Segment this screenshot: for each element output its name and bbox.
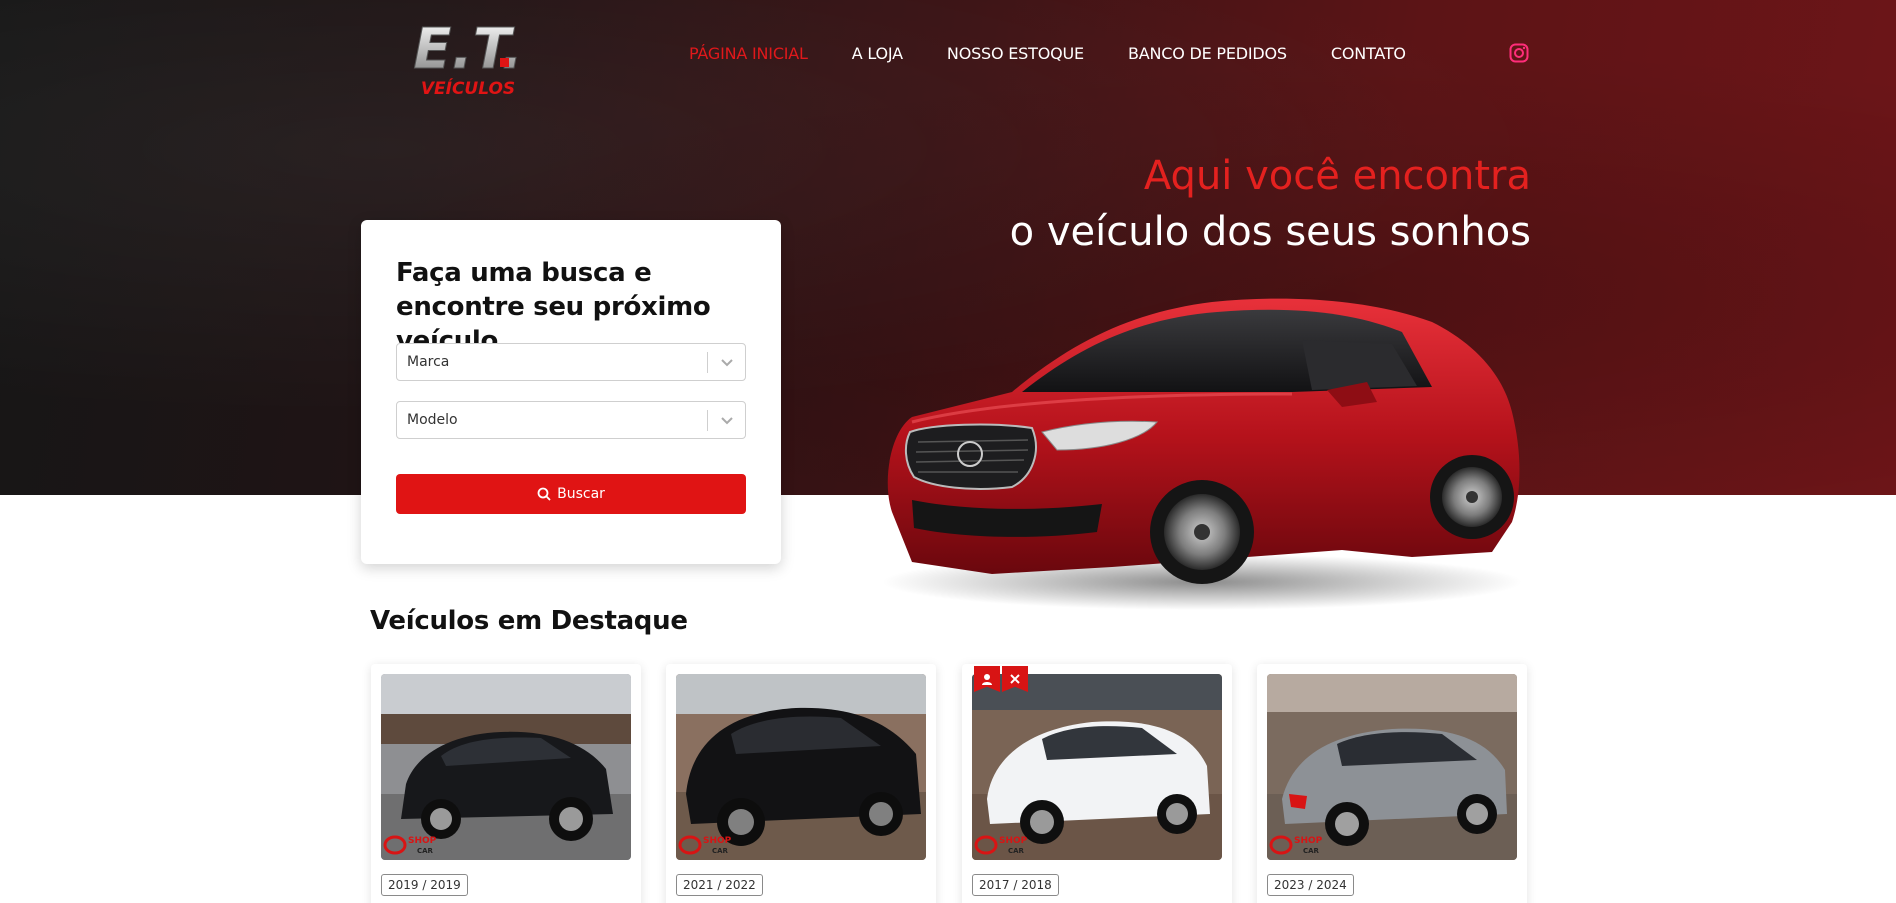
featured-title: Veículos em Destaque	[370, 606, 688, 636]
svg-text:VEÍCULOS: VEÍCULOS	[421, 77, 515, 99]
svg-text:CAR: CAR	[1008, 847, 1025, 855]
instagram-icon[interactable]	[1509, 43, 1529, 63]
hero-headline: Aqui você encontra o veículo dos seus so…	[1010, 148, 1531, 260]
hero-line-1: Aqui você encontra	[1143, 153, 1531, 199]
hero-car-image	[882, 298, 1522, 610]
vehicle-badges	[974, 666, 1028, 692]
nav-item-inventory[interactable]: NOSSO ESTOQUE	[947, 44, 1084, 63]
vehicle-card[interactable]: SHOP CAR 2019 / 2019	[371, 664, 641, 903]
hero-line-2: o veículo dos seus sonhos	[1009, 209, 1531, 255]
vehicle-card[interactable]: SHOP CAR 2017 / 2018	[962, 664, 1232, 903]
search-icon	[537, 487, 551, 501]
owner-badge-icon	[974, 666, 1000, 692]
vehicle-year: 2023 / 2024	[1267, 874, 1354, 896]
vehicle-photo[interactable]: SHOP CAR	[1267, 674, 1517, 860]
vehicle-photo[interactable]: SHOP CAR	[972, 674, 1222, 860]
svg-text:E.T.: E.T.	[413, 18, 522, 82]
vehicle-photo[interactable]: SHOP CAR	[676, 674, 926, 860]
brand-select[interactable]: Marca	[396, 343, 746, 381]
nav-item-orders[interactable]: BANCO DE PEDIDOS	[1128, 44, 1287, 63]
svg-text:CAR: CAR	[1303, 847, 1320, 855]
select-separator	[707, 410, 708, 431]
svg-text:SHOP: SHOP	[999, 836, 1028, 846]
select-separator	[707, 352, 708, 373]
search-button[interactable]: Buscar	[396, 474, 746, 514]
vehicle-year: 2019 / 2019	[381, 874, 468, 896]
brand-logo[interactable]: E.T. VEÍCULOS	[412, 18, 524, 100]
chevron-down-icon	[721, 417, 733, 425]
vehicle-photo[interactable]: SHOP CAR	[381, 674, 631, 860]
main-nav: PÁGINA INICIAL A LOJA NOSSO ESTOQUE BANC…	[689, 44, 1450, 63]
vehicle-card[interactable]: SHOP CAR 2023 / 2024	[1257, 664, 1527, 903]
svg-text:SHOP: SHOP	[408, 836, 437, 846]
vehicle-year: 2021 / 2022	[676, 874, 763, 896]
nav-item-store[interactable]: A LOJA	[852, 44, 903, 63]
model-select[interactable]: Modelo	[396, 401, 746, 439]
svg-text:SHOP: SHOP	[1294, 836, 1323, 846]
model-select-value: Modelo	[407, 412, 458, 428]
page: E.T. VEÍCULOS PÁGINA INICIAL A LOJA NOSS…	[0, 0, 1896, 903]
nav-item-contact[interactable]: CONTATO	[1331, 44, 1406, 63]
service-badge-icon	[1002, 666, 1028, 692]
vehicle-year: 2017 / 2018	[972, 874, 1059, 896]
search-button-label: Buscar	[557, 486, 605, 502]
svg-text:CAR: CAR	[712, 847, 729, 855]
chevron-down-icon	[721, 359, 733, 367]
search-card: Faça uma busca e encontre seu próximo ve…	[361, 220, 781, 564]
vehicle-card[interactable]: SHOP CAR 2021 / 2022	[666, 664, 936, 903]
svg-text:CAR: CAR	[417, 847, 434, 855]
nav-item-home[interactable]: PÁGINA INICIAL	[689, 44, 808, 63]
brand-select-value: Marca	[407, 354, 450, 370]
svg-text:SHOP: SHOP	[703, 836, 732, 846]
